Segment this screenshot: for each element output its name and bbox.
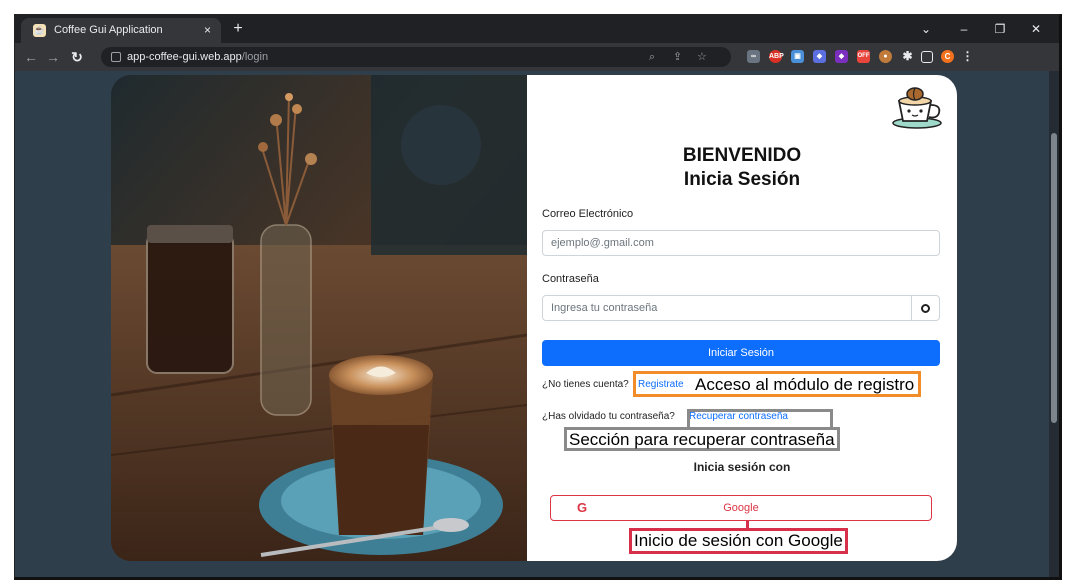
forward-arrow-icon[interactable]: → bbox=[43, 43, 63, 71]
lock-icon bbox=[111, 52, 121, 62]
login-with-text: Inicia sesión con bbox=[693, 460, 791, 474]
google-annotation: Inicio de sesión con Google bbox=[629, 528, 848, 554]
browser-window: ☕ Coffee Gui Application × + ⌄ – ❐ ✕ ← →… bbox=[14, 14, 1062, 580]
adblock-icon[interactable]: ABP bbox=[769, 50, 784, 63]
eye-icon bbox=[921, 304, 930, 313]
tab-coffee-gui[interactable]: ☕ Coffee Gui Application × bbox=[21, 18, 221, 43]
share-icon[interactable]: ⇪ bbox=[673, 47, 682, 67]
coffee-photo-illustration bbox=[111, 75, 527, 561]
url-text: app-coffee-gui.web.app/login bbox=[127, 47, 268, 67]
minimize-button[interactable]: – bbox=[949, 15, 979, 43]
tab-close-icon[interactable]: × bbox=[204, 18, 211, 43]
side-panel-icon[interactable] bbox=[921, 51, 933, 63]
email-label: Correo Electrónico bbox=[542, 208, 634, 220]
extension-glasses-icon[interactable]: ∞ bbox=[747, 50, 760, 63]
toolbar: ← → ↻ app-coffee-gui.web.app/login ⌕ ⇪ ☆… bbox=[15, 43, 1059, 71]
extension-cookie-icon[interactable]: ● bbox=[879, 50, 892, 63]
bookmark-star-icon[interactable]: ☆ bbox=[697, 47, 707, 67]
coffee-photo bbox=[111, 75, 527, 561]
extension-cube-icon[interactable]: ◆ bbox=[835, 50, 848, 63]
zoom-icon[interactable]: ⌕ bbox=[649, 47, 655, 67]
register-annotation: Acceso al módulo de registro bbox=[633, 371, 922, 397]
tab-search-icon[interactable]: ⌄ bbox=[911, 15, 941, 43]
login-card: BIENVENIDO Inicia Sesión Correo Electrón… bbox=[527, 75, 957, 561]
login-submit-button[interactable]: Iniciar Sesión bbox=[542, 340, 940, 366]
google-login-button[interactable]: G Google bbox=[550, 495, 932, 521]
forgot-password-text: ¿Has olvidado tu contraseña? bbox=[542, 411, 675, 422]
restore-button[interactable]: ❐ bbox=[985, 15, 1015, 43]
reload-icon[interactable]: ↻ bbox=[67, 43, 87, 71]
no-account-text: ¿No tienes cuenta? bbox=[542, 379, 629, 390]
password-input[interactable]: Ingresa tu contraseña bbox=[542, 295, 912, 321]
menu-kebab-icon[interactable]: ⋮ bbox=[961, 50, 974, 63]
profile-avatar[interactable]: C bbox=[941, 50, 954, 63]
tab-title: Coffee Gui Application bbox=[54, 24, 163, 36]
email-input[interactable]: ejemplo@.gmail.com bbox=[542, 230, 940, 256]
extension-shield-icon[interactable]: ◆ bbox=[813, 50, 826, 63]
google-label: Google bbox=[723, 502, 759, 514]
new-tab-button[interactable]: + bbox=[227, 18, 249, 40]
password-label: Contraseña bbox=[542, 273, 599, 285]
recover-annotation-bracket bbox=[687, 409, 833, 428]
vertical-scrollbar[interactable] bbox=[1049, 71, 1059, 577]
url-path: /login bbox=[241, 51, 269, 63]
close-window-button[interactable]: ✕ bbox=[1021, 15, 1051, 43]
login-heading: Inicia Sesión bbox=[683, 169, 801, 190]
coffee-favicon-icon: ☕ bbox=[33, 24, 46, 37]
tab-strip: ☕ Coffee Gui Application × + ⌄ – ❐ ✕ bbox=[15, 15, 1059, 43]
toggle-password-button[interactable] bbox=[911, 295, 940, 321]
url-host: app-coffee-gui.web.app bbox=[127, 51, 242, 63]
back-arrow-icon[interactable]: ← bbox=[21, 43, 41, 71]
extensions-puzzle-icon[interactable]: ✱ bbox=[901, 50, 914, 63]
address-bar[interactable]: app-coffee-gui.web.app/login ⌕ ⇪ ☆ bbox=[101, 47, 731, 67]
extension-box-icon[interactable]: ▣ bbox=[791, 50, 804, 63]
scrollbar-thumb[interactable] bbox=[1051, 133, 1057, 423]
coffee-cup-logo-icon bbox=[892, 87, 942, 129]
page-content: BIENVENIDO Inicia Sesión Correo Electrón… bbox=[15, 71, 1059, 577]
welcome-heading: BIENVENIDO bbox=[682, 145, 802, 166]
extension-off-icon[interactable]: OFF bbox=[857, 50, 870, 63]
recover-annotation: Sección para recuperar contraseña bbox=[564, 427, 840, 451]
